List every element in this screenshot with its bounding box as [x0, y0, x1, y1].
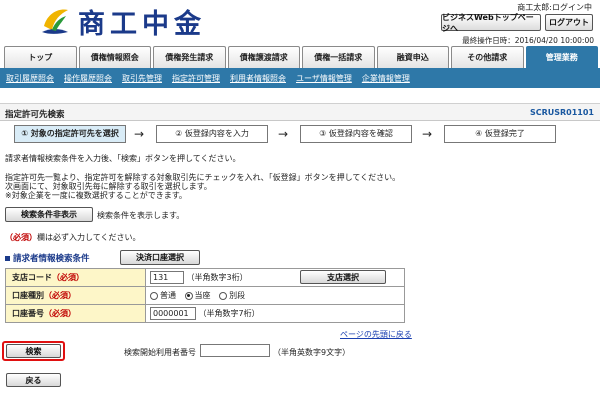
account-type-radio-current[interactable] — [184, 291, 193, 300]
subnav-user-info[interactable]: 利用者情報照会 — [230, 73, 286, 84]
instruction-search: 請求者情報検索条件を入力後、「検索」ボタンを押してください。 — [5, 154, 241, 163]
search-section-title: 請求者情報検索条件 — [5, 252, 90, 264]
account-type-option-separate: 別段 — [229, 291, 246, 300]
tab-claim-bulk[interactable]: 債権一括請求 — [302, 46, 375, 68]
toggle-search-conditions-button[interactable]: 検索条件非表示 — [5, 207, 93, 222]
account-number-cell: 0000001 （半角数字7桁） — [145, 304, 405, 323]
step-arrow-icon: → — [134, 127, 145, 141]
tab-claim-issue[interactable]: 債権発生請求 — [153, 46, 226, 68]
account-type-option-current: 当座 — [194, 291, 211, 300]
step-arrow-icon: → — [278, 127, 289, 141]
subnav-permission-management[interactable]: 指定許可管理 — [172, 73, 220, 84]
main-tabs: トップ 債権情報照会 債権発生請求 債権譲渡請求 債権一括請求 融資申込 その他… — [4, 46, 598, 68]
branch-code-label: 支店コード（必須） — [5, 268, 146, 287]
screen-id: SCRUSR01101 — [529, 108, 594, 117]
account-type-radio-ordinary[interactable] — [150, 291, 158, 300]
subnav-operation-history[interactable]: 操作履歴照会 — [64, 73, 112, 84]
tab-claim-transfer[interactable]: 債権譲渡請求 — [227, 46, 300, 68]
account-number-input[interactable]: 0000001 — [150, 307, 196, 320]
start-user-number-label: 検索開始利用者番号 — [124, 348, 196, 357]
sub-navigation: 取引履歴照会 操作履歴照会 取引先管理 指定許可管理 利用者情報照会 ユーザ情報… — [0, 68, 600, 88]
settlement-account-select-button[interactable]: 決済口座選択 — [120, 250, 200, 265]
required-note-text: 欄は必ず入力してください。 — [37, 233, 141, 242]
account-type-row: 口座種別（必須） 普通 当座 別段 — [5, 286, 405, 305]
account-type-label: 口座種別（必須） — [5, 286, 146, 305]
search-button[interactable]: 検索 — [6, 344, 61, 358]
tab-other[interactable]: その他請求 — [451, 46, 524, 68]
search-section-title-text: 請求者情報検索条件 — [13, 254, 90, 264]
subnav-transaction-history[interactable]: 取引履歴照会 — [6, 73, 54, 84]
step-arrow-icon: → — [422, 127, 433, 141]
required-mark: （必須） — [5, 233, 37, 242]
logo-text: 商工中金 — [78, 8, 206, 40]
account-type-radio-separate[interactable] — [219, 291, 228, 300]
branch-code-input[interactable]: 131 — [150, 271, 184, 284]
start-user-number-input[interactable] — [200, 344, 270, 357]
last-operation-time: 最終操作日時：2016/04/20 10:00:00 — [462, 36, 594, 45]
logo-mark-icon — [42, 9, 68, 34]
page-top-link[interactable]: ページの先頭に戻る — [340, 329, 412, 340]
subnav-partner-management[interactable]: 取引先管理 — [122, 73, 162, 84]
tab-top[interactable]: トップ — [4, 46, 77, 68]
account-type-cell: 普通 当座 別段 — [145, 286, 405, 305]
search-toggle-description: 検索条件を表示します。 — [97, 211, 185, 220]
required-note: （必須）欄は必ず入力してください。 — [5, 232, 141, 243]
account-type-option-ordinary: 普通 — [160, 291, 176, 300]
account-number-label: 口座番号（必須） — [5, 304, 146, 323]
instruction-multiple: ※対象企業を一度に複数選択することができます。 — [5, 191, 187, 200]
page-title-bar: 指定許可先検索 SCRUSR01101 — [0, 103, 600, 121]
account-number-row: 口座番号（必須） 0000001 （半角数字7桁） — [5, 304, 405, 323]
company-logo: 商工中金 — [38, 4, 206, 40]
subnav-user-management[interactable]: ユーザ情報管理 — [296, 73, 352, 84]
branch-code-cell: 131 （半角数字3桁） 支店選択 — [145, 268, 405, 287]
step-2: ② 仮登録内容を入力 — [156, 125, 268, 143]
step-4: ④ 仮登録完了 — [444, 125, 556, 143]
business-top-button[interactable]: ビジネスWebトップページへ — [441, 13, 541, 33]
tab-loan[interactable]: 融資申込 — [376, 46, 449, 68]
back-button[interactable]: 戻る — [6, 373, 61, 387]
branch-select-button[interactable]: 支店選択 — [300, 270, 386, 284]
tab-claim-info[interactable]: 債権情報照会 — [78, 46, 151, 68]
tab-management[interactable]: 管理業務 — [525, 46, 598, 68]
branch-code-row: 支店コード（必須） 131 （半角数字3桁） 支店選択 — [5, 268, 405, 287]
branch-code-hint: （半角数字3桁） — [186, 273, 248, 282]
step-1: ① 対象の指定許可先を選択 — [14, 125, 126, 143]
step-3: ③ 仮登録内容を確認 — [300, 125, 412, 143]
subnav-company-management[interactable]: 企業情報管理 — [362, 73, 410, 84]
page-title: 指定許可先検索 — [5, 110, 65, 120]
search-conditions-table: 支店コード（必須） 131 （半角数字3桁） 支店選択 口座種別（必須） 普通 … — [5, 268, 405, 323]
square-bullet-icon — [5, 255, 10, 261]
logout-button[interactable]: ログアウト — [545, 14, 593, 31]
account-number-hint: （半角数字7桁） — [198, 309, 260, 318]
start-user-number-hint: （半角英数字9文字） — [273, 348, 351, 357]
